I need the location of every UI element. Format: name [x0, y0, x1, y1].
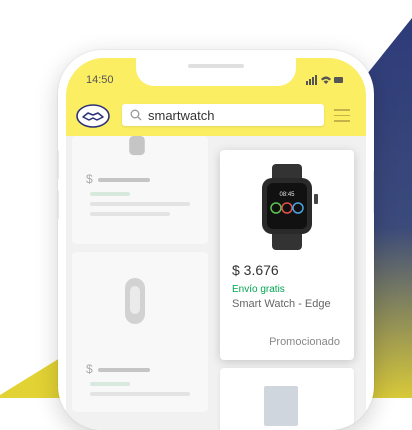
price-sign: $	[86, 362, 93, 376]
product-card-placeholder[interactable]: $	[72, 136, 208, 244]
status-time: 14:50	[86, 74, 114, 86]
phone-screen: 14:50 smartwatch $ $ 08:45 $ 3.676 Envío…	[66, 58, 366, 430]
header-bar: 14:50 smartwatch	[66, 58, 366, 136]
product-title[interactable]: Smart Watch - Edge	[232, 298, 331, 310]
title-placeholder	[90, 212, 170, 216]
volume-button	[58, 190, 59, 220]
volume-button	[58, 150, 59, 180]
search-input[interactable]: smartwatch	[122, 104, 324, 126]
fitness-band-image	[125, 278, 145, 324]
fitness-band-image	[129, 136, 145, 156]
shipping-placeholder	[90, 382, 130, 386]
status-icons	[306, 75, 343, 85]
price-sign: $	[86, 172, 93, 186]
product-image	[264, 386, 298, 426]
featured-product-card[interactable]: 08:45 $ 3.676 Envío gratis Smart Watch -…	[220, 150, 354, 360]
product-card[interactable]	[220, 368, 354, 430]
phone-notch	[136, 58, 296, 86]
price-placeholder	[98, 178, 150, 182]
smartwatch-image: 08:45	[262, 164, 318, 250]
title-placeholder	[90, 392, 190, 396]
title-placeholder	[90, 202, 190, 206]
speaker-grille	[188, 64, 244, 68]
shipping-label: Envío gratis	[232, 284, 285, 295]
svg-text:08:45: 08:45	[279, 192, 295, 198]
product-price: $ 3.676	[232, 262, 279, 278]
search-query: smartwatch	[148, 108, 215, 123]
shipping-placeholder	[90, 192, 130, 196]
hamburger-menu-icon[interactable]	[334, 109, 350, 122]
search-icon	[130, 109, 142, 121]
phone-frame: 14:50 smartwatch $ $ 08:45 $ 3.676 Envío…	[58, 50, 374, 430]
handshake-logo-icon[interactable]	[76, 104, 110, 128]
product-card-placeholder[interactable]: $	[72, 252, 208, 412]
promoted-badge: Promocionado	[269, 336, 340, 348]
price-placeholder	[98, 368, 150, 372]
power-button	[373, 170, 374, 214]
